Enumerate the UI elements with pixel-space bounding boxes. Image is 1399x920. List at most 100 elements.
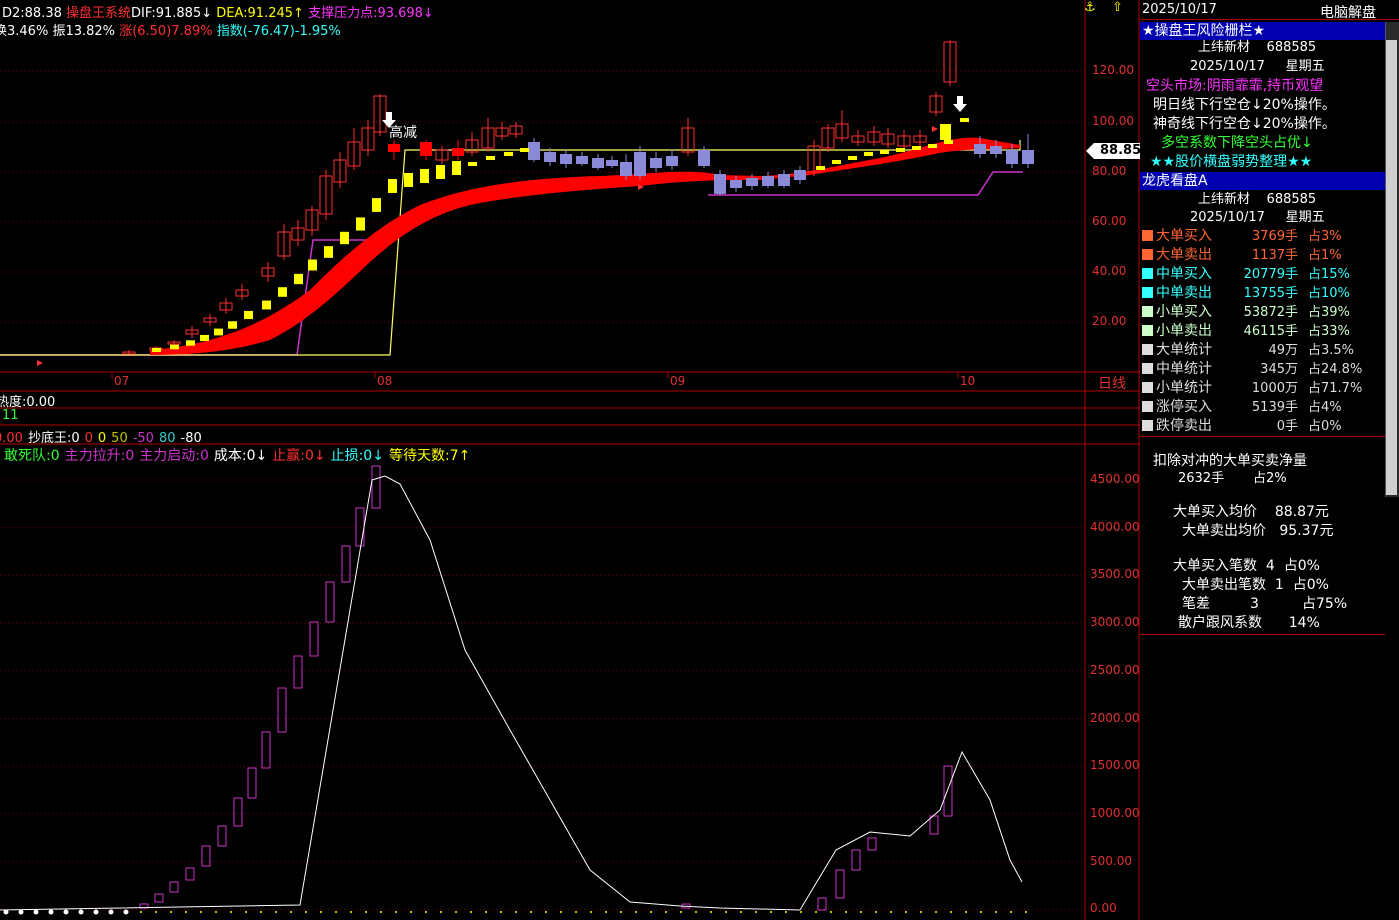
flow-label: 大单卖出 bbox=[1156, 247, 1212, 263]
flow-row: 小单买入 53872手 占39% bbox=[1142, 303, 1350, 322]
flow-label: 中单卖出 bbox=[1156, 285, 1212, 301]
sub-y-tick: 500.00 bbox=[1090, 853, 1132, 868]
sub-y-tick: 2500.00 bbox=[1090, 662, 1140, 677]
change-value: (6.50)7.89% bbox=[132, 24, 213, 39]
retail-label: 散户跟风系数 bbox=[1178, 615, 1262, 631]
avg-sell-value: 95.37元 bbox=[1279, 523, 1334, 539]
sub-y-tick: 0.00 bbox=[1090, 901, 1117, 916]
sub-y-tick: 4000.00 bbox=[1090, 519, 1140, 534]
main-grid bbox=[0, 70, 1085, 323]
stock-date-2: 2025/10/17 bbox=[1190, 210, 1265, 225]
turnover-value: 换3.46% bbox=[0, 24, 49, 39]
support-value: 支撑压力点:93.698↓ bbox=[308, 6, 434, 21]
sub-y-tick: 3000.00 bbox=[1090, 615, 1140, 630]
row3-item: -50 bbox=[132, 431, 154, 446]
flow-pct: 占39% bbox=[1308, 305, 1350, 320]
indicator-item: 等待天数:7↑ bbox=[388, 448, 471, 464]
stock-code: 688585 bbox=[1266, 40, 1317, 55]
flow-pct: 占3.5% bbox=[1308, 343, 1355, 358]
flow-value: 5139手 bbox=[1251, 400, 1298, 415]
count-buy-value: 4 bbox=[1265, 558, 1275, 574]
flow-label: 中单统计 bbox=[1156, 361, 1212, 377]
flow-value: 345万 bbox=[1260, 362, 1298, 377]
net-row: 2632手 占2% bbox=[1178, 469, 1287, 488]
baseline-dots bbox=[3, 909, 1027, 915]
period-label[interactable]: 日线 bbox=[1098, 373, 1126, 393]
anchor-icon[interactable]: ⚓ bbox=[1084, 0, 1096, 15]
flow-color-box bbox=[1142, 287, 1153, 298]
diff-pct: 占75% bbox=[1302, 596, 1348, 612]
risk-line-0: 空头市场:阴雨霏霏,持币观望 bbox=[1146, 78, 1324, 94]
flow-color-box bbox=[1142, 249, 1153, 260]
bottom-fishing-row: 0.00 抄底王:0 00 50 -50 80 -80 bbox=[0, 427, 207, 446]
weekday-2: 星期五 bbox=[1285, 210, 1325, 225]
flow-row: 中单卖出 13755手 占10% bbox=[1142, 284, 1350, 303]
indicator-item: 主力启动:0 bbox=[139, 448, 209, 464]
weekday: 星期五 bbox=[1285, 59, 1325, 74]
current-price-label: 88.85 bbox=[1100, 143, 1142, 158]
x-tick-07: 07 bbox=[114, 374, 130, 388]
indicator-item: 止损:0↓ bbox=[330, 448, 384, 464]
flow-row: 中单买入 20779手 占15% bbox=[1142, 265, 1350, 284]
indicator-item: 止赢:0↓ bbox=[272, 448, 326, 464]
y-tick-20: 20.00 bbox=[1092, 314, 1127, 328]
flow-row: 大单买入 3769手 占3% bbox=[1142, 227, 1342, 246]
change-label: 涨 bbox=[119, 24, 133, 39]
flow-value: 49万 bbox=[1268, 343, 1298, 358]
flow-pct: 占0% bbox=[1308, 419, 1342, 434]
flow-color-box bbox=[1142, 382, 1153, 393]
sub-y-tick: 1500.00 bbox=[1090, 758, 1140, 773]
y-tick-40: 40.00 bbox=[1092, 264, 1127, 278]
row3-item: -80 bbox=[180, 431, 202, 446]
panel-date: 2025/10/17 bbox=[1142, 2, 1217, 17]
y-tick-100: 100.00 bbox=[1092, 114, 1134, 128]
flow-label: 小单买入 bbox=[1156, 304, 1212, 320]
flow-label: 大单统计 bbox=[1156, 342, 1212, 358]
lhb-title[interactable]: 龙虎看盘A bbox=[1140, 172, 1385, 190]
avg-buy-label: 大单买入均价 bbox=[1173, 504, 1257, 520]
count-sell-row: 大单卖出笔数 1 占0% bbox=[1182, 576, 1329, 595]
flow-color-box bbox=[1142, 401, 1153, 412]
risk-line-2: 神奇线下行空仓↓20%操作。 bbox=[1153, 116, 1336, 132]
flow-row: 小单统计 1000万 占71.7% bbox=[1142, 379, 1362, 398]
flow-value: 53872手 bbox=[1243, 305, 1298, 320]
indicator-item: 成本:0↓ bbox=[213, 448, 268, 464]
flow-pct: 占33% bbox=[1308, 324, 1350, 339]
flow-row: 大单统计 49万 占3.5% bbox=[1142, 341, 1354, 360]
avg-sell-row: 大单卖出均价 95.37元 bbox=[1182, 522, 1333, 541]
flow-pct: 占15% bbox=[1308, 267, 1350, 282]
dif-value: DIF:91.885↓ bbox=[131, 6, 213, 21]
flow-value: 20779手 bbox=[1243, 267, 1298, 282]
high-reduce-annotation: 高减 bbox=[389, 125, 417, 141]
row3-item: 80 bbox=[158, 431, 176, 446]
pin-icon[interactable]: ⇧ bbox=[1112, 0, 1123, 15]
row3-item: 0.00 bbox=[0, 431, 23, 446]
small-flag-icon bbox=[37, 126, 938, 366]
flow-row: 跌停卖出 0手 占0% bbox=[1142, 417, 1342, 436]
row3-item: 0 bbox=[84, 431, 93, 446]
flow-label: 小单卖出 bbox=[1156, 323, 1212, 339]
flow-color-box bbox=[1142, 306, 1153, 317]
count-sell-label: 大单卖出笔数 bbox=[1182, 577, 1266, 593]
flow-row: 小单卖出 46115手 占33% bbox=[1142, 322, 1350, 341]
x-axis-ticks bbox=[111, 372, 959, 378]
flow-pct: 占10% bbox=[1308, 286, 1350, 301]
count-sell-pct: 占0% bbox=[1292, 577, 1329, 593]
flow-label: 大单买入 bbox=[1156, 228, 1212, 244]
avg-buy-row: 大单买入均价 88.87元 bbox=[1173, 503, 1329, 522]
y-tick-60: 60.00 bbox=[1092, 214, 1127, 228]
support-lines bbox=[0, 140, 1023, 356]
sub-y-tick: 2000.00 bbox=[1090, 710, 1140, 725]
flow-label: 中单买入 bbox=[1156, 266, 1212, 282]
d2-value: D2:88.38 bbox=[2, 6, 62, 21]
stock-name-row-2: 上纬新材 688585 bbox=[1198, 190, 1316, 209]
flow-pct: 占24.8% bbox=[1308, 362, 1363, 377]
sub-y-tick: 4500.00 bbox=[1090, 472, 1140, 486]
flow-row: 大单卖出 1137手 占1% bbox=[1142, 246, 1342, 265]
panel-scroll-thumb[interactable] bbox=[1386, 40, 1397, 495]
index-value: 指数(-76.47)-1.95% bbox=[216, 24, 341, 39]
y-tick-80: 80.00 bbox=[1092, 164, 1127, 178]
x-tick-10: 10 bbox=[960, 374, 976, 388]
indicator-legend-bar: 敢死队:0 主力拉升:0 主力启动:0 成本:0↓ 止赢:0↓ 止损:0↓ 等待天数:7↑ bbox=[4, 445, 475, 465]
amplitude-value: 振13.82% bbox=[52, 24, 116, 39]
